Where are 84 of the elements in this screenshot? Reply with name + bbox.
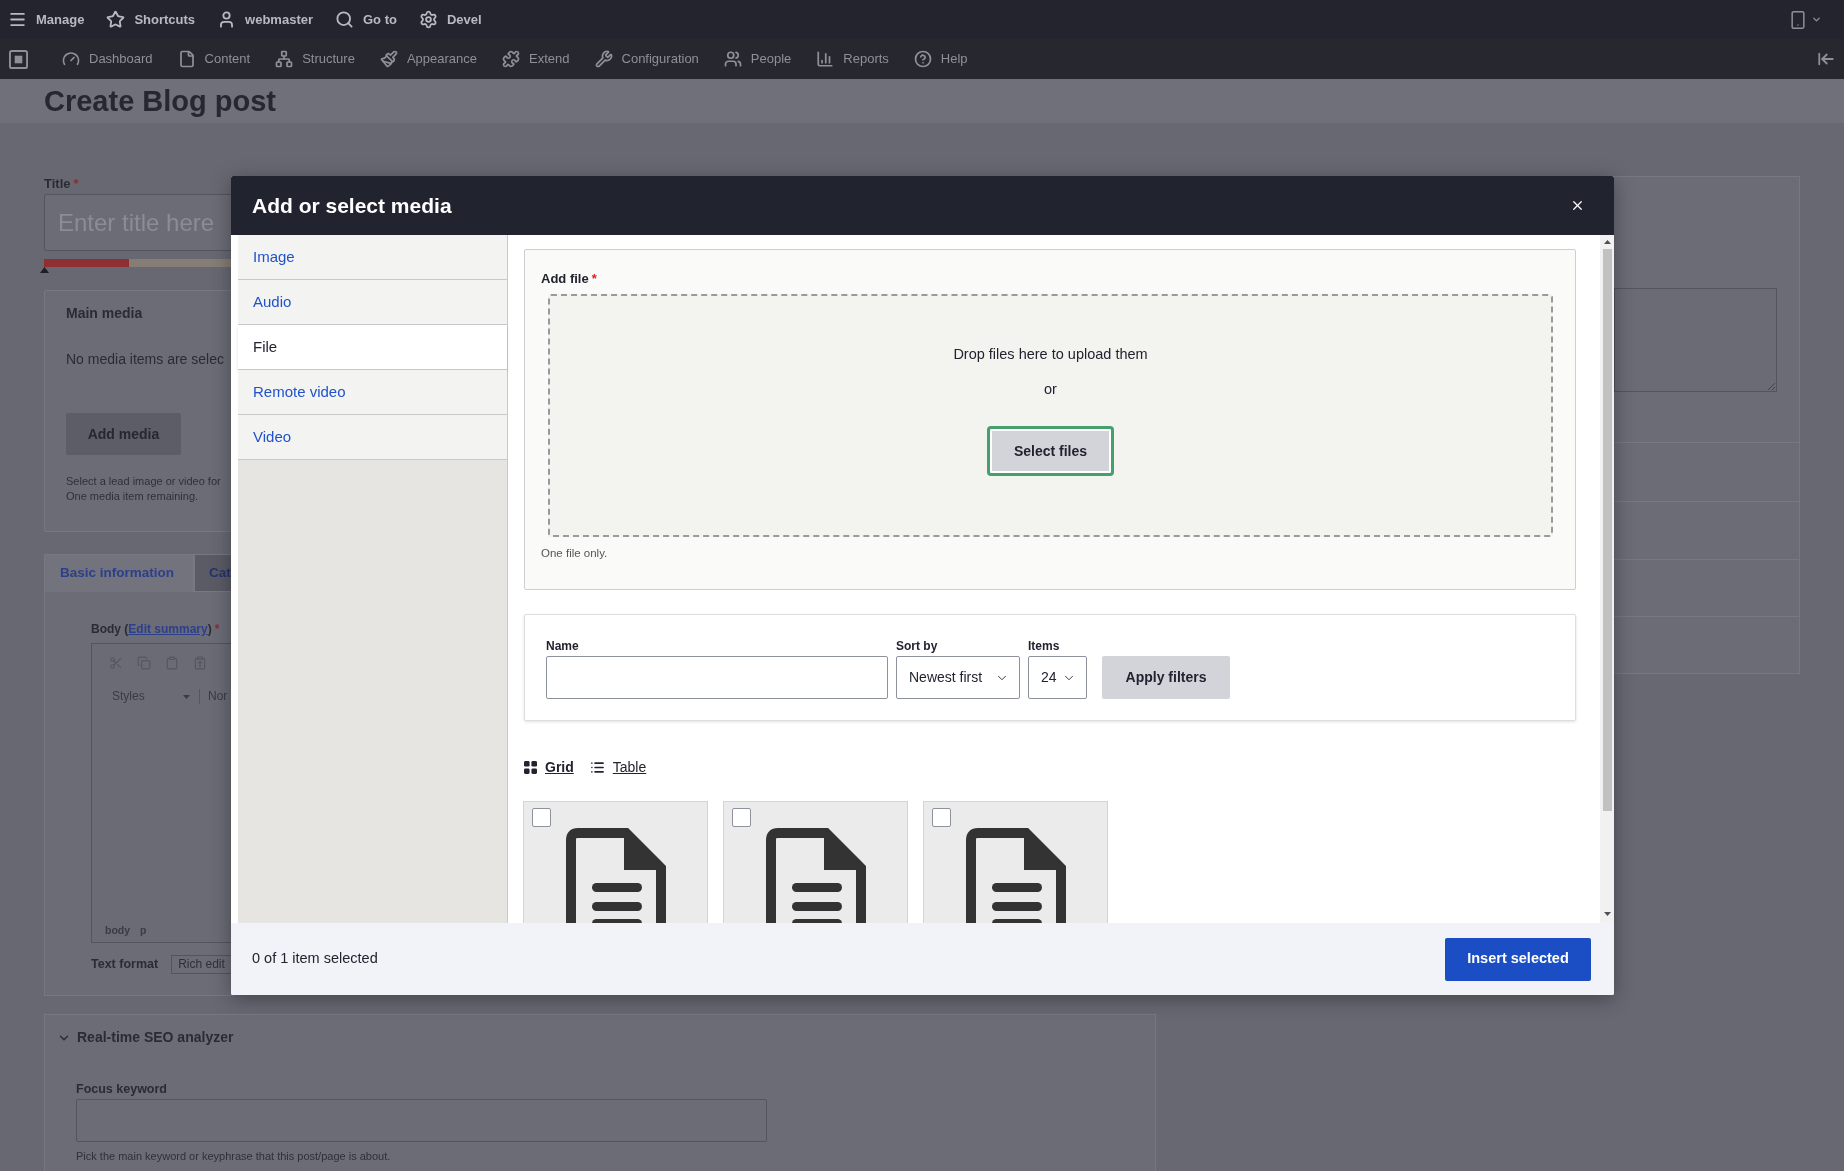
caret-icon	[183, 694, 190, 699]
menu-link[interactable]: Help	[913, 49, 968, 69]
title-label: Title *	[44, 176, 79, 191]
media-type-tab[interactable]: Video	[238, 415, 507, 460]
document-icon	[177, 50, 196, 68]
media-type-tab[interactable]: File	[238, 325, 507, 370]
items-select[interactable]: 24	[1028, 656, 1087, 699]
people-icon	[723, 50, 742, 68]
sitemap-icon	[275, 50, 294, 68]
focus-keyword-field[interactable]	[76, 1099, 767, 1142]
document-icon	[965, 828, 1066, 923]
menu-link[interactable]: Reports	[816, 49, 889, 69]
document-icon	[565, 828, 666, 923]
toolbar-tab[interactable]: Shortcuts	[106, 9, 196, 30]
scrollbar[interactable]	[1600, 235, 1614, 923]
media-card[interactable]	[723, 801, 908, 923]
view-toggle-link[interactable]: Grid	[524, 758, 574, 776]
media-card[interactable]	[923, 801, 1108, 923]
menu-icon	[8, 10, 27, 29]
help-icon	[913, 50, 932, 68]
list-icon	[589, 759, 605, 775]
card-title: Main media	[66, 305, 143, 322]
name-label: Name	[546, 638, 579, 654]
gauge-icon	[62, 50, 80, 68]
caret-up-icon[interactable]	[1603, 240, 1611, 244]
toolbar-tab[interactable]: webmaster	[217, 9, 313, 30]
drop-zone[interactable]: Drop files here to upload them or Select files	[548, 294, 1553, 537]
scrollbar-thumb[interactable]	[1602, 249, 1612, 811]
select-files-button[interactable]: Select files	[987, 426, 1114, 476]
apply-filters-button[interactable]: Apply filters	[1102, 656, 1230, 699]
name-input-field[interactable]	[546, 656, 888, 699]
help-text: One media item remaining.	[66, 489, 200, 504]
add-file-label: Add file *	[541, 270, 597, 287]
select-checkbox[interactable]	[732, 808, 751, 827]
sort-label: Sort by	[896, 638, 938, 654]
page-title: Create Blog post	[44, 84, 277, 118]
star-icon	[106, 10, 126, 29]
sort-select[interactable]: Newest first	[896, 656, 1020, 699]
toolbar-tab[interactable]: Go to	[335, 9, 397, 30]
grid-icon	[524, 760, 537, 774]
textarea-field[interactable]	[1614, 288, 1777, 392]
menu-link[interactable]: Structure	[275, 49, 355, 69]
gear-icon	[418, 10, 438, 29]
view-toggle-link[interactable]: Table	[589, 758, 647, 776]
text-format-label: Text format	[91, 957, 159, 972]
select-checkbox[interactable]	[932, 808, 951, 827]
clipboard-text-icon[interactable]	[193, 656, 207, 670]
menu-link[interactable]: Appearance	[379, 49, 478, 69]
wrench-icon	[594, 50, 613, 68]
menu-link[interactable]: Dashboard	[62, 49, 153, 69]
menu-link[interactable]: People	[723, 49, 792, 69]
clipboard-icon[interactable]	[165, 656, 179, 670]
selection-status: 0 of 1 item selected	[252, 949, 378, 969]
bar-chart-icon	[816, 50, 835, 68]
search-icon	[335, 10, 354, 29]
menu-link[interactable]: Extend	[502, 49, 570, 69]
seo-section-toggle[interactable]: Real-time SEO analyzer	[57, 1029, 234, 1046]
resize-grip-icon[interactable]	[1767, 382, 1775, 390]
puzzle-icon	[502, 50, 521, 68]
dialog-title: Add or select media	[252, 192, 452, 219]
select-checkbox[interactable]	[532, 808, 551, 827]
focus-keyword-label: Focus keyword	[76, 1082, 167, 1097]
body-label: Body (Edit summary) *	[91, 622, 220, 637]
toolbar-tab[interactable]: Devel	[418, 9, 482, 30]
arrow-left-bar-icon[interactable]	[1816, 50, 1836, 68]
items-label: Items	[1028, 638, 1060, 654]
help-text: One file only.	[541, 546, 608, 560]
menu-link[interactable]: Content	[177, 49, 251, 69]
marker-icon	[40, 267, 49, 273]
insert-selected-button[interactable]: Insert selected	[1445, 937, 1591, 981]
media-type-tab[interactable]: Remote video	[238, 370, 507, 415]
caret-icon[interactable]	[1811, 14, 1822, 25]
empty-message: No media items are selec	[66, 351, 224, 368]
document-icon	[765, 828, 866, 923]
or-text: or	[1044, 380, 1057, 398]
drop-instructions: Drop files here to upload them	[953, 345, 1148, 363]
paintbrush-icon	[379, 50, 398, 68]
media-card[interactable]	[523, 801, 708, 923]
toolbar-tab[interactable]: Manage	[8, 9, 85, 30]
menu-link[interactable]: Configuration	[594, 49, 699, 69]
media-type-tab[interactable]: Audio	[238, 280, 507, 325]
caret-down-icon[interactable]	[1603, 912, 1611, 916]
media-type-tab[interactable]: Image	[238, 235, 507, 280]
square-frame-icon[interactable]	[9, 49, 28, 69]
